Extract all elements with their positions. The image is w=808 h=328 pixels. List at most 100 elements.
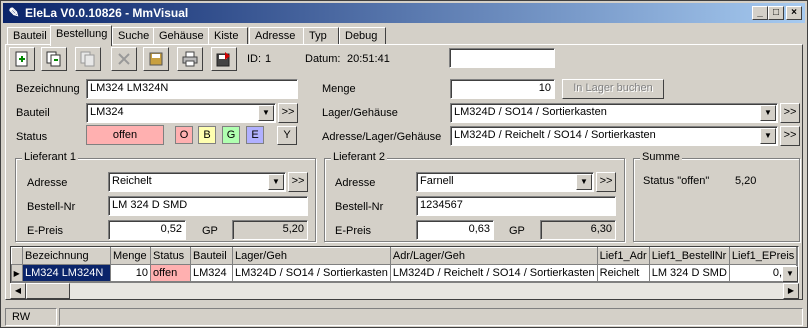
in-lager-buchen-button[interactable]: In Lager buchen — [562, 79, 664, 99]
status-message — [59, 308, 803, 326]
status-g-button[interactable]: G — [222, 126, 240, 144]
grid-cell[interactable]: LM 324 D SMD — [649, 264, 730, 282]
grid-header[interactable]: Bezeichnung — [22, 247, 111, 265]
grid-header[interactable]: Adr/Lager/Geh — [389, 247, 598, 265]
scroll-thumb[interactable] — [26, 283, 70, 299]
l1-adresse-lookup-button[interactable]: >> — [288, 172, 308, 192]
chevron-down-icon[interactable]: ▼ — [258, 105, 274, 121]
grid-cell[interactable]: LM324D / SO14 / Sortierkasten — [232, 264, 391, 282]
l2-epreis-label: E-Preis — [335, 225, 372, 237]
save-icon[interactable] — [143, 47, 169, 71]
grid-header[interactable]: Lief1_BestellNr — [648, 247, 730, 265]
l1-epreis-label: E-Preis — [27, 225, 64, 237]
l1-adresse-label: Adresse — [27, 177, 68, 189]
adr-lager-value: LM324D / Reichelt / SO14 / Sortierkasten — [454, 129, 656, 141]
horizontal-scrollbar[interactable]: ◀ ▶ — [10, 283, 799, 299]
row-pointer-icon: ▶ — [11, 264, 23, 282]
close-button[interactable]: × — [786, 6, 802, 20]
tab-suche[interactable]: Suche — [112, 27, 154, 45]
grid-header[interactable]: Lief1_EPreis — [728, 247, 798, 265]
status-o-button[interactable]: O — [175, 126, 193, 144]
lieferant1-title: Lieferant 1 — [22, 151, 78, 163]
l2-gp-value: 6,30 — [540, 220, 616, 240]
grid-cell[interactable]: LM324 — [190, 264, 233, 282]
chevron-down-icon[interactable]: ▼ — [760, 105, 776, 121]
l1-bestellnr-label: Bestell-Nr — [27, 201, 76, 213]
tab-typ[interactable]: Typ — [303, 27, 339, 45]
grid-corner — [11, 247, 23, 265]
l2-gp-label: GP — [509, 225, 525, 237]
scroll-right-icon[interactable]: ▶ — [783, 283, 799, 299]
menge-label: Menge — [322, 83, 356, 95]
grid-header[interactable]: Lager/Geh — [232, 247, 391, 265]
grid-header[interactable]: Lief1_Adr — [596, 247, 650, 265]
l2-adresse-value: Farnell — [420, 175, 454, 187]
adr-lager-label: Adresse/Lager/Gehäuse — [322, 131, 442, 143]
tab-kiste[interactable]: Kiste — [208, 27, 248, 45]
status-b-button[interactable]: B — [198, 126, 216, 144]
l2-adresse-combo[interactable]: Farnell ▼ — [416, 172, 594, 192]
tab-bestellung[interactable]: Bestellung — [50, 25, 112, 46]
tab-adresse[interactable]: Adresse — [249, 27, 304, 45]
l1-gp-value: 5,20 — [232, 220, 308, 240]
bauteil-lookup-button[interactable]: >> — [278, 103, 298, 123]
l1-epreis-input[interactable]: 0,52 — [108, 220, 186, 240]
l2-epreis-input[interactable]: 0,63 — [416, 220, 494, 240]
table-row[interactable]: ▶ LM324 LM324N 10 offen LM324 LM324D / S… — [11, 264, 798, 282]
l2-adresse-lookup-button[interactable]: >> — [596, 172, 616, 192]
minimize-button[interactable]: _ — [752, 6, 768, 20]
scroll-down-icon[interactable]: ▼ — [782, 266, 798, 282]
grid-cell[interactable]: Reichelt — [597, 264, 650, 282]
app-icon: ✎ — [8, 5, 20, 20]
datum-label: Datum: — [305, 53, 341, 65]
lager-value: LM324D / SO14 / Sortierkasten — [454, 106, 607, 118]
lager-lookup-button[interactable]: >> — [780, 103, 800, 123]
grid-cell[interactable]: LM324 LM324N — [22, 264, 111, 282]
adr-lager-combo[interactable]: LM324D / Reichelt / SO14 / Sortierkasten… — [450, 126, 778, 146]
status-mode: RW — [5, 308, 57, 326]
copy-disabled-icon — [75, 47, 101, 71]
grid-header[interactable]: Status — [150, 247, 191, 265]
grid-cell[interactable]: LM324D / Reichelt / SO14 / Sortierkasten — [390, 264, 598, 282]
grid-header[interactable]: Bauteil — [190, 247, 233, 265]
l2-bestellnr-input[interactable]: 1234567 — [416, 196, 616, 216]
bauteil-combo[interactable]: LM324 ▼ — [86, 103, 276, 123]
summe-status-text: Status "offen" — [643, 175, 710, 187]
id-value: 1 — [265, 53, 272, 65]
status-label: Status — [16, 131, 48, 143]
copy-icon[interactable] — [41, 47, 67, 71]
l1-adresse-combo[interactable]: Reichelt ▼ — [108, 172, 286, 192]
grid-cell[interactable]: 10 — [110, 264, 151, 282]
menge-input[interactable]: 10 — [450, 79, 555, 99]
status-e-button[interactable]: E — [246, 126, 264, 144]
status-badge: offen — [86, 125, 164, 145]
adr-lager-lookup-button[interactable]: >> — [780, 126, 800, 146]
grid-cell[interactable]: offen — [150, 264, 191, 282]
export-icon[interactable] — [211, 47, 237, 71]
lager-combo[interactable]: LM324D / SO14 / Sortierkasten ▼ — [450, 103, 778, 123]
lieferant2-title: Lieferant 2 — [331, 151, 387, 163]
y-button[interactable]: Y — [277, 126, 297, 145]
bezeichnung-label: Bezeichnung — [16, 83, 80, 95]
tab-gehaeuse[interactable]: Gehäuse — [153, 27, 209, 45]
grid-header[interactable]: Menge — [110, 247, 151, 265]
summe-group: Summe — [633, 151, 800, 242]
l1-bestellnr-input[interactable]: LM 324 D SMD — [108, 196, 308, 216]
bezeichnung-input[interactable]: LM324 LM324N — [86, 79, 298, 99]
window-title: EleLa V0.0.10826 - MmVisual — [25, 6, 189, 20]
chevron-down-icon[interactable]: ▼ — [760, 128, 776, 144]
new-icon[interactable] — [9, 47, 35, 71]
l1-adresse-value: Reichelt — [112, 175, 152, 187]
extra-field[interactable] — [449, 48, 555, 68]
print-icon[interactable] — [177, 47, 203, 71]
scroll-left-icon[interactable]: ◀ — [10, 283, 26, 299]
bauteil-value: LM324 — [90, 106, 124, 118]
tab-debug[interactable]: Debug — [339, 27, 386, 45]
main-window: ✎ EleLa V0.0.10826 - MmVisual _ □ × Baut… — [0, 0, 808, 328]
chevron-down-icon[interactable]: ▼ — [576, 174, 592, 190]
chevron-down-icon[interactable]: ▼ — [268, 174, 284, 190]
maximize-button[interactable]: □ — [768, 6, 784, 20]
title-bar[interactable]: ✎ EleLa V0.0.10826 - MmVisual _ □ × — [3, 3, 805, 23]
tab-bauteil[interactable]: Bauteil — [7, 27, 51, 45]
summe-value: 5,20 — [735, 175, 757, 187]
